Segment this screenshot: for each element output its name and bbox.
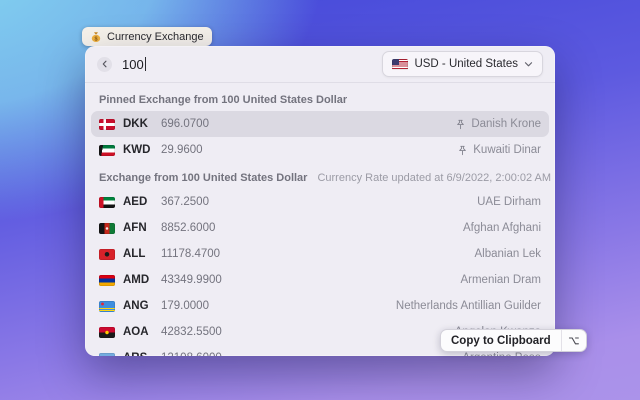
pin-icon — [455, 119, 466, 130]
currency-value: 11178.4700 — [161, 248, 221, 260]
currency-name: Albanian Lek — [474, 248, 542, 260]
currency-code: KWD — [123, 144, 151, 156]
currency-value: 8852.6000 — [161, 222, 216, 234]
flag-afn-icon — [99, 222, 115, 234]
window-title: Currency Exchange — [107, 30, 204, 43]
currency-name: UAE Dirham — [477, 196, 541, 208]
currency-value: 43349.9900 — [161, 274, 222, 286]
chevron-down-icon — [524, 61, 533, 66]
base-currency-dropdown[interactable]: USD - United States — [382, 51, 543, 77]
pinned-section-title: Pinned Exchange from 100 United States D… — [99, 94, 348, 106]
flag-aoa-icon — [99, 326, 115, 338]
flag-all-icon — [99, 248, 115, 260]
money-bag-icon: $ — [90, 31, 102, 43]
search-input[interactable]: 100 — [122, 57, 146, 72]
flag-ars-icon — [99, 352, 115, 356]
currency-name: Danish Krone — [471, 118, 541, 130]
currency-code: AFN — [123, 222, 147, 234]
currency-code: ALL — [123, 248, 146, 260]
currency-row-amd[interactable]: AMD 43349.9900 Armenian Dram — [91, 267, 549, 293]
currency-value: 29.9600 — [161, 144, 203, 156]
currency-name: Netherlands Antillian Guilder — [395, 300, 541, 312]
svg-text:$: $ — [94, 36, 97, 42]
pin-icon — [457, 145, 468, 156]
exchange-section-title: Exchange from 100 United States Dollar — [99, 172, 308, 184]
base-currency-label: USD - United States — [414, 58, 518, 70]
exchange-section-header: Exchange from 100 United States Dollar C… — [91, 163, 552, 189]
search-value: 100 — [122, 56, 144, 72]
desktop-background: $ Currency Exchange 100 USD - United Sta… — [0, 0, 640, 400]
currency-code: AED — [123, 196, 148, 208]
currency-code: ARS — [123, 352, 153, 356]
currency-value: 42832.5500 — [161, 326, 222, 338]
currency-value: 12108.6000 — [161, 352, 222, 356]
currency-name: Armenian Dram — [460, 274, 541, 286]
currency-row-all[interactable]: ALL 11178.4700 Albanian Lek — [91, 241, 549, 267]
currency-name: Kuwaiti Dinar — [473, 144, 541, 156]
flag-aed-icon — [99, 196, 115, 208]
results-list: Pinned Exchange from 100 United States D… — [85, 83, 555, 356]
flag-kwd-icon — [99, 144, 115, 156]
currency-name: Argentine Peso — [462, 352, 541, 356]
currency-code: ANG — [123, 300, 149, 312]
currency-value: 179.0000 — [161, 300, 209, 312]
flag-us-icon — [392, 58, 409, 70]
currency-exchange-window: 100 USD - United States Pinned Exchange … — [85, 46, 555, 356]
currency-name: Afghan Afghani — [462, 222, 541, 234]
back-button[interactable] — [97, 56, 112, 72]
currency-code: AOA — [123, 326, 149, 338]
option-key-icon — [562, 330, 586, 351]
text-caret — [144, 57, 146, 71]
currency-row-kwd[interactable]: KWD 29.9600 Kuwaiti Dinar — [91, 137, 549, 163]
pinned-section-header: Pinned Exchange from 100 United States D… — [91, 85, 549, 111]
flag-amd-icon — [99, 274, 115, 286]
search-header: 100 USD - United States — [85, 46, 555, 83]
currency-row-ang[interactable]: ANG 179.0000 Netherlands Antillian Guild… — [91, 293, 549, 319]
copy-to-clipboard-button[interactable]: Copy to Clipboard — [440, 329, 587, 352]
currency-row-dkk[interactable]: DKK 696.0700 Danish Krone — [91, 111, 549, 137]
copy-to-clipboard-label: Copy to Clipboard — [451, 334, 551, 347]
chevron-left-icon — [102, 60, 107, 68]
currency-row-aed[interactable]: AED 367.2500 UAE Dirham — [91, 189, 549, 215]
flag-ang-icon — [99, 300, 115, 312]
window-title-pill: $ Currency Exchange — [82, 27, 212, 46]
currency-value: 367.2500 — [161, 196, 209, 208]
currency-value: 696.0700 — [161, 118, 209, 130]
currency-code: AMD — [123, 274, 150, 286]
currency-code: DKK — [123, 118, 148, 130]
currency-row-afn[interactable]: AFN 8852.6000 Afghan Afghani — [91, 215, 549, 241]
flag-dkk-icon — [99, 118, 115, 130]
rate-updated-timestamp: Currency Rate updated at 6/9/2022, 2:00:… — [317, 172, 552, 184]
